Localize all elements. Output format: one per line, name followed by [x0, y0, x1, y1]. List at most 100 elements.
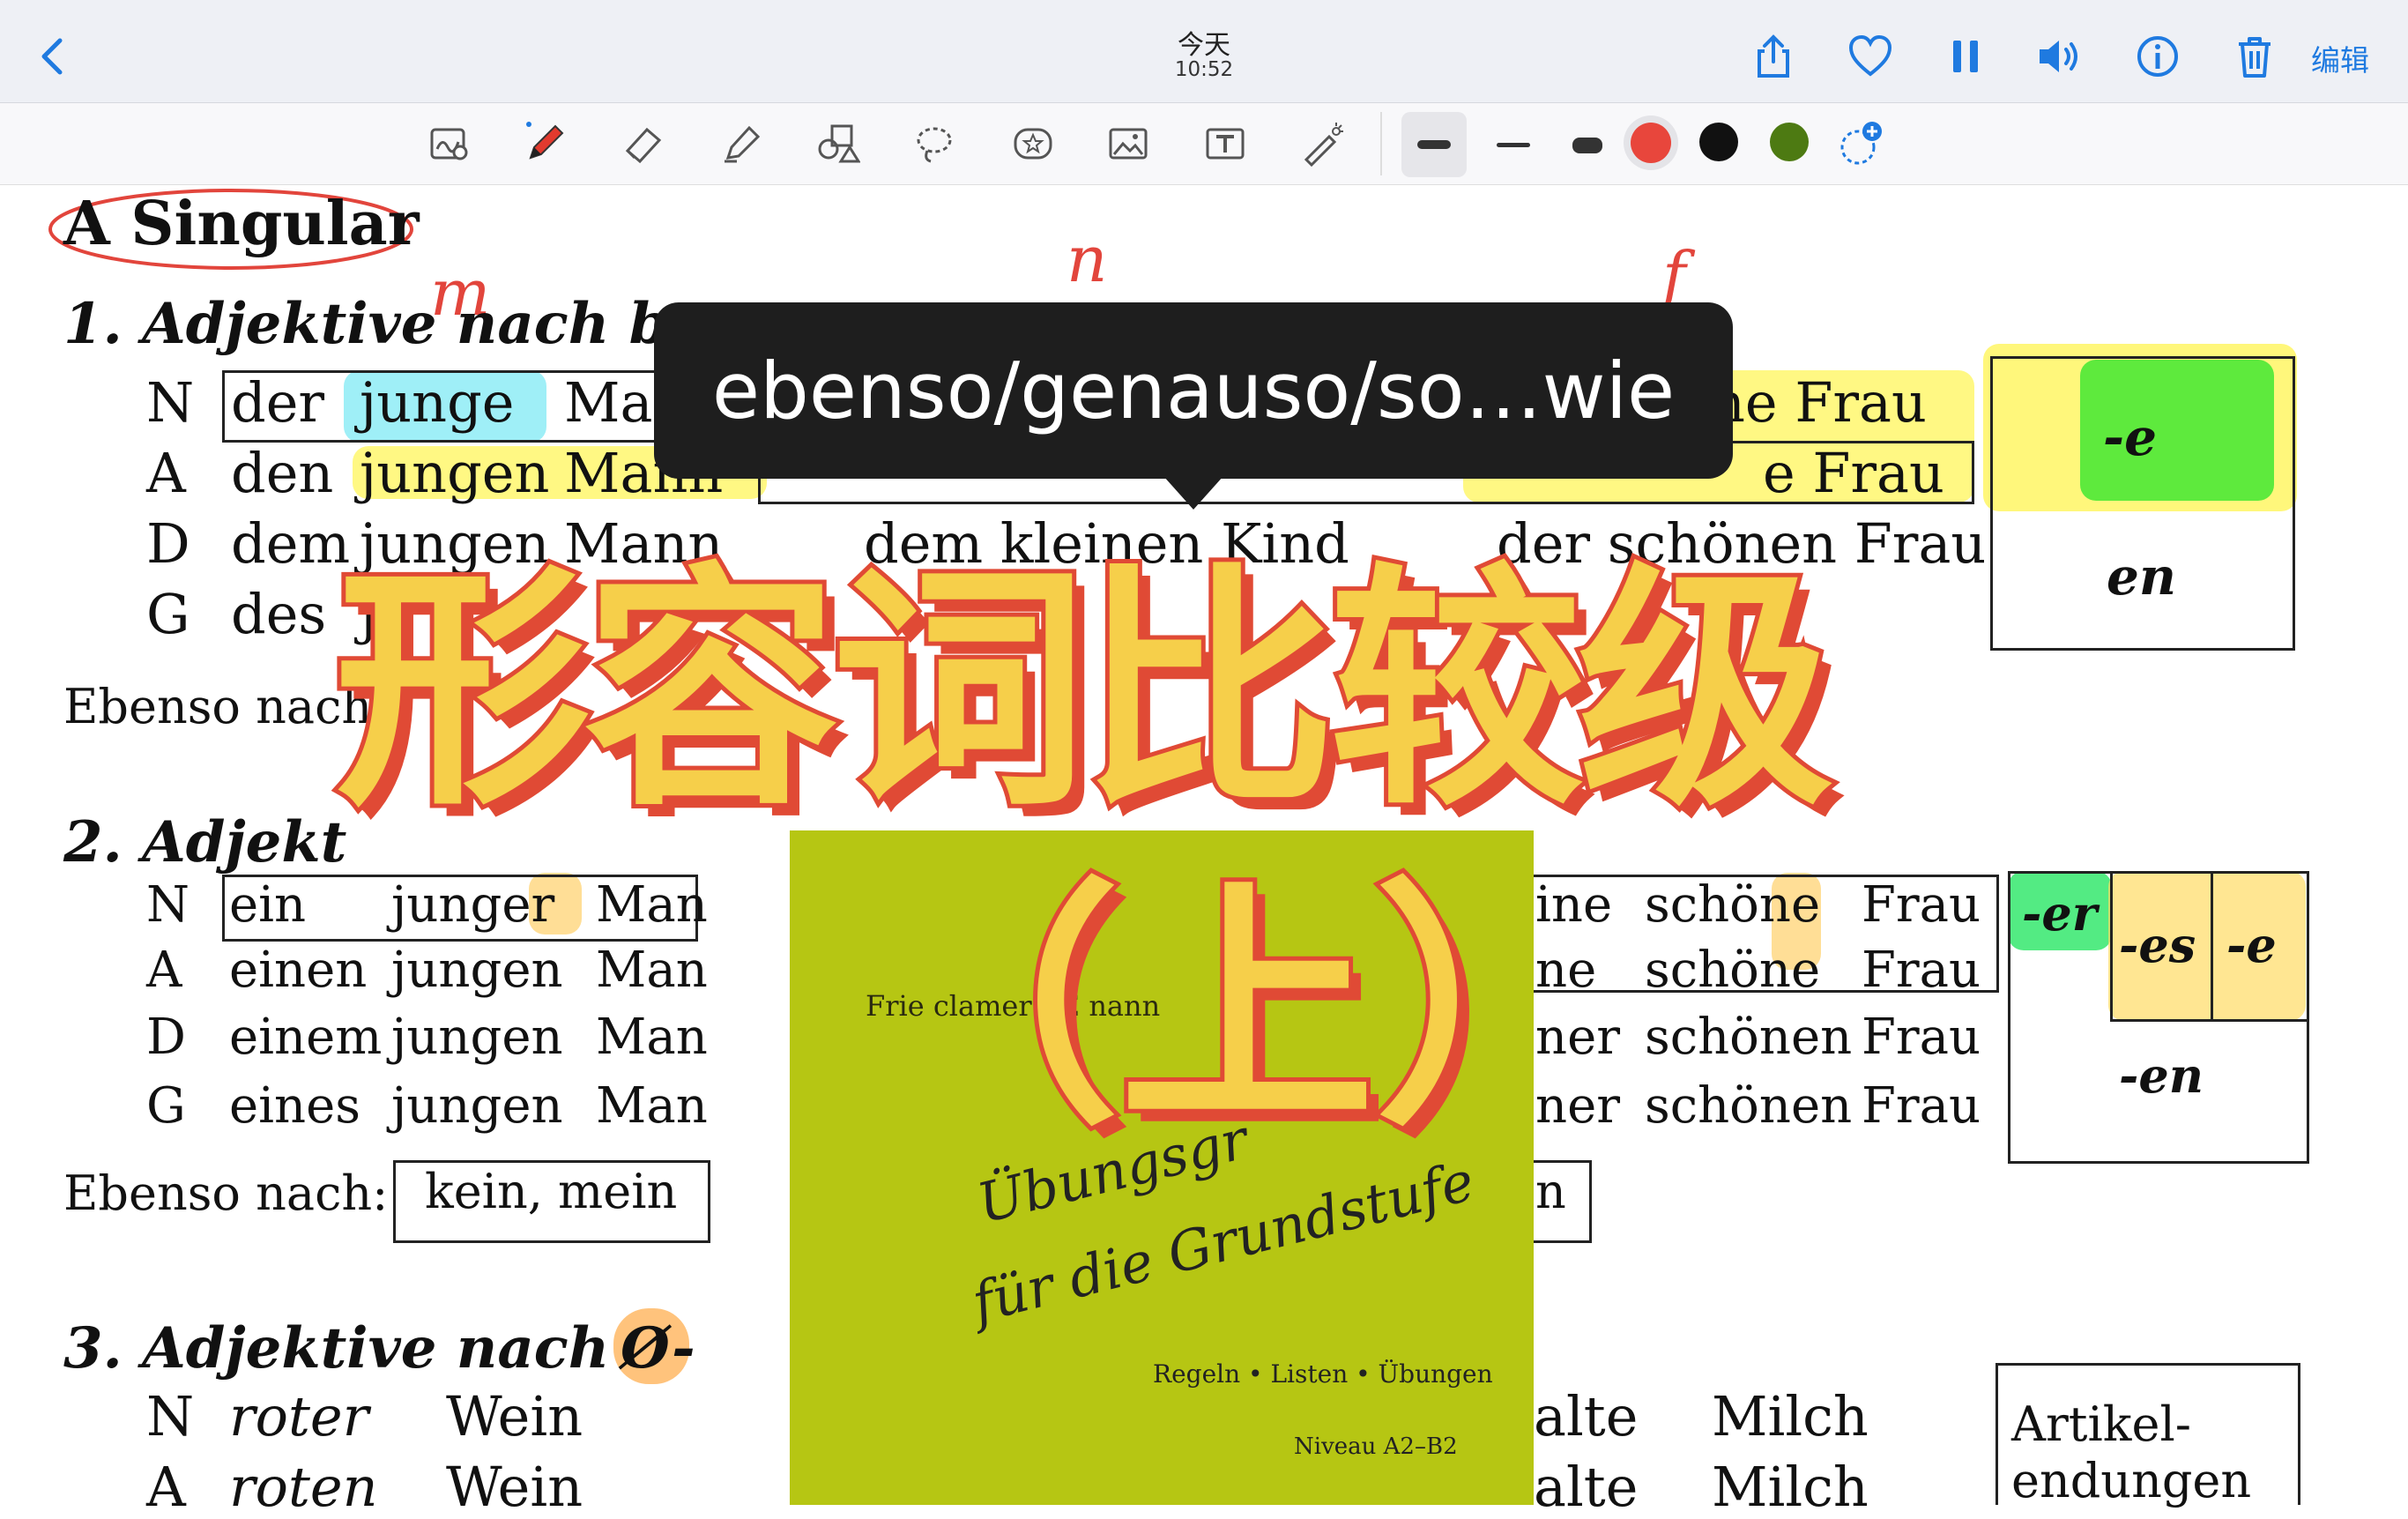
ending-e: -e [2103, 407, 2157, 467]
pen-icon [526, 122, 564, 160]
tooltip-text: ebenso/genauso/so…wie [711, 345, 1676, 436]
handwritten-f: f [1662, 238, 1686, 312]
note-time-label: 10:52 [1174, 58, 1234, 81]
adjective3-a: roten [229, 1455, 378, 1519]
section1-title: 1. Adjektive nach b [63, 291, 669, 357]
right2-a-3: Frau [1862, 942, 1981, 999]
right3-a: alte [1534, 1455, 1639, 1519]
right3-a-2: Milch [1712, 1455, 1869, 1519]
adjective2-a: jungen [391, 942, 563, 999]
drawing-toolbar [0, 103, 2408, 185]
color-green-option[interactable] [1770, 123, 1809, 161]
endings-divider-3 [2110, 1019, 2309, 1022]
share-button[interactable] [1749, 32, 1798, 81]
delete-button[interactable] [2230, 32, 2279, 81]
lasso-tool[interactable] [908, 117, 961, 170]
pause-icon [1953, 41, 1978, 72]
right-a: e Frau [1763, 441, 1944, 505]
ebenso-box-text: kein, mein [425, 1164, 678, 1219]
marker-stroke-swatch [1572, 138, 1602, 153]
artikel-line-2: endungen [2011, 1453, 2252, 1508]
ending-en-2: -en [2119, 1047, 2204, 1104]
thin-stroke-swatch [1497, 143, 1530, 147]
marker-stroke-option[interactable] [1555, 112, 1620, 177]
color-black-option[interactable] [1699, 123, 1738, 161]
article-d: dem [231, 511, 351, 576]
case3-n: N [146, 1384, 195, 1448]
sticker-tool[interactable] [1007, 117, 1059, 170]
thin-stroke-option[interactable] [1481, 112, 1546, 177]
artikel-line-1: Artikel- [2011, 1396, 2191, 1452]
ending-en: en [2107, 547, 2177, 607]
section2-title: 2. Adjekt [63, 809, 347, 875]
laser-pointer-tool[interactable] [1296, 117, 1349, 170]
case2-g: G [146, 1077, 186, 1135]
ending-es: -es [2119, 917, 2196, 973]
adjective-n: junge [360, 370, 515, 435]
right2-a-2: schöne [1645, 942, 1821, 999]
adjective2-n: junger [391, 876, 555, 934]
right3-n-2: Milch [1712, 1384, 1869, 1448]
overlay-title-line-1: 形容词比较级 [331, 542, 1838, 842]
right2-d-2: schönen [1645, 1009, 1853, 1066]
ending-er: -er [2022, 885, 2098, 942]
adjective3-n: roter [229, 1384, 369, 1448]
noun2-d: Man [596, 1009, 708, 1066]
right-n: ne Frau [1710, 370, 1927, 435]
article2-n: ein [229, 876, 307, 934]
audio-button[interactable] [2034, 32, 2084, 81]
image-tool[interactable] [1102, 117, 1155, 170]
case2-a: A [146, 942, 182, 999]
share-icon [1758, 34, 1789, 78]
add-color-button[interactable] [1839, 119, 1888, 168]
favorite-button[interactable] [1846, 32, 1895, 81]
right2-n-2: schöne [1645, 876, 1821, 934]
adjective2-g: jungen [391, 1077, 563, 1135]
case-a: A [146, 441, 186, 505]
text-box-icon [1206, 128, 1245, 160]
overlay-title-line-2: （上） [859, 860, 1635, 1159]
right2-g-2: schönen [1645, 1077, 1853, 1135]
search-note-tool[interactable] [423, 117, 476, 170]
case3-a: A [146, 1455, 186, 1519]
info-button[interactable] [2133, 32, 2182, 81]
highlighter-tool[interactable] [714, 117, 767, 170]
adjective-a: jungen [360, 441, 550, 505]
highlighter-icon [725, 125, 761, 163]
adjective2-d: jungen [391, 1009, 563, 1066]
right3-n: alte [1534, 1384, 1639, 1448]
case2-n: N [146, 876, 190, 934]
book-level: Niveau A2–B2 [1294, 1433, 1458, 1460]
info-icon [2137, 36, 2178, 77]
section-title: A Singular [63, 189, 420, 259]
noun3-n: Wein [446, 1384, 583, 1448]
text-box-tool[interactable] [1199, 117, 1252, 170]
article-g: des [231, 582, 327, 646]
noun3-a: Wein [446, 1455, 583, 1519]
pause-button[interactable] [1941, 32, 1990, 81]
lasso-icon [917, 127, 952, 163]
article2-g: eines [229, 1077, 360, 1135]
heart-icon [1848, 34, 1892, 77]
back-button[interactable] [32, 32, 76, 81]
case2-d: D [146, 1009, 186, 1066]
pen-tool[interactable] [518, 115, 571, 168]
article2-d: einem [229, 1009, 383, 1066]
shapes-tool[interactable] [811, 117, 864, 170]
article-a: den [231, 441, 334, 505]
eraser-tool[interactable] [617, 117, 670, 170]
handwritten-n: n [1067, 222, 1108, 296]
right2-n-3: Frau [1862, 876, 1981, 934]
right2-d-3: Frau [1862, 1009, 1981, 1066]
case-d: D [146, 511, 190, 576]
color-red-option[interactable] [1624, 115, 1678, 170]
note-date-label: 今天 [1178, 30, 1230, 61]
ebenso-label-1: Ebenso nach [63, 679, 373, 734]
sticker-icon [1014, 128, 1052, 160]
speaker-icon [2040, 41, 2077, 72]
edit-button[interactable]: 编辑 [2311, 37, 2369, 79]
endings-divider-1 [2110, 871, 2113, 1021]
thick-stroke-option[interactable] [1401, 112, 1467, 177]
eraser-icon [625, 127, 662, 164]
add-color-icon [1840, 122, 1882, 165]
